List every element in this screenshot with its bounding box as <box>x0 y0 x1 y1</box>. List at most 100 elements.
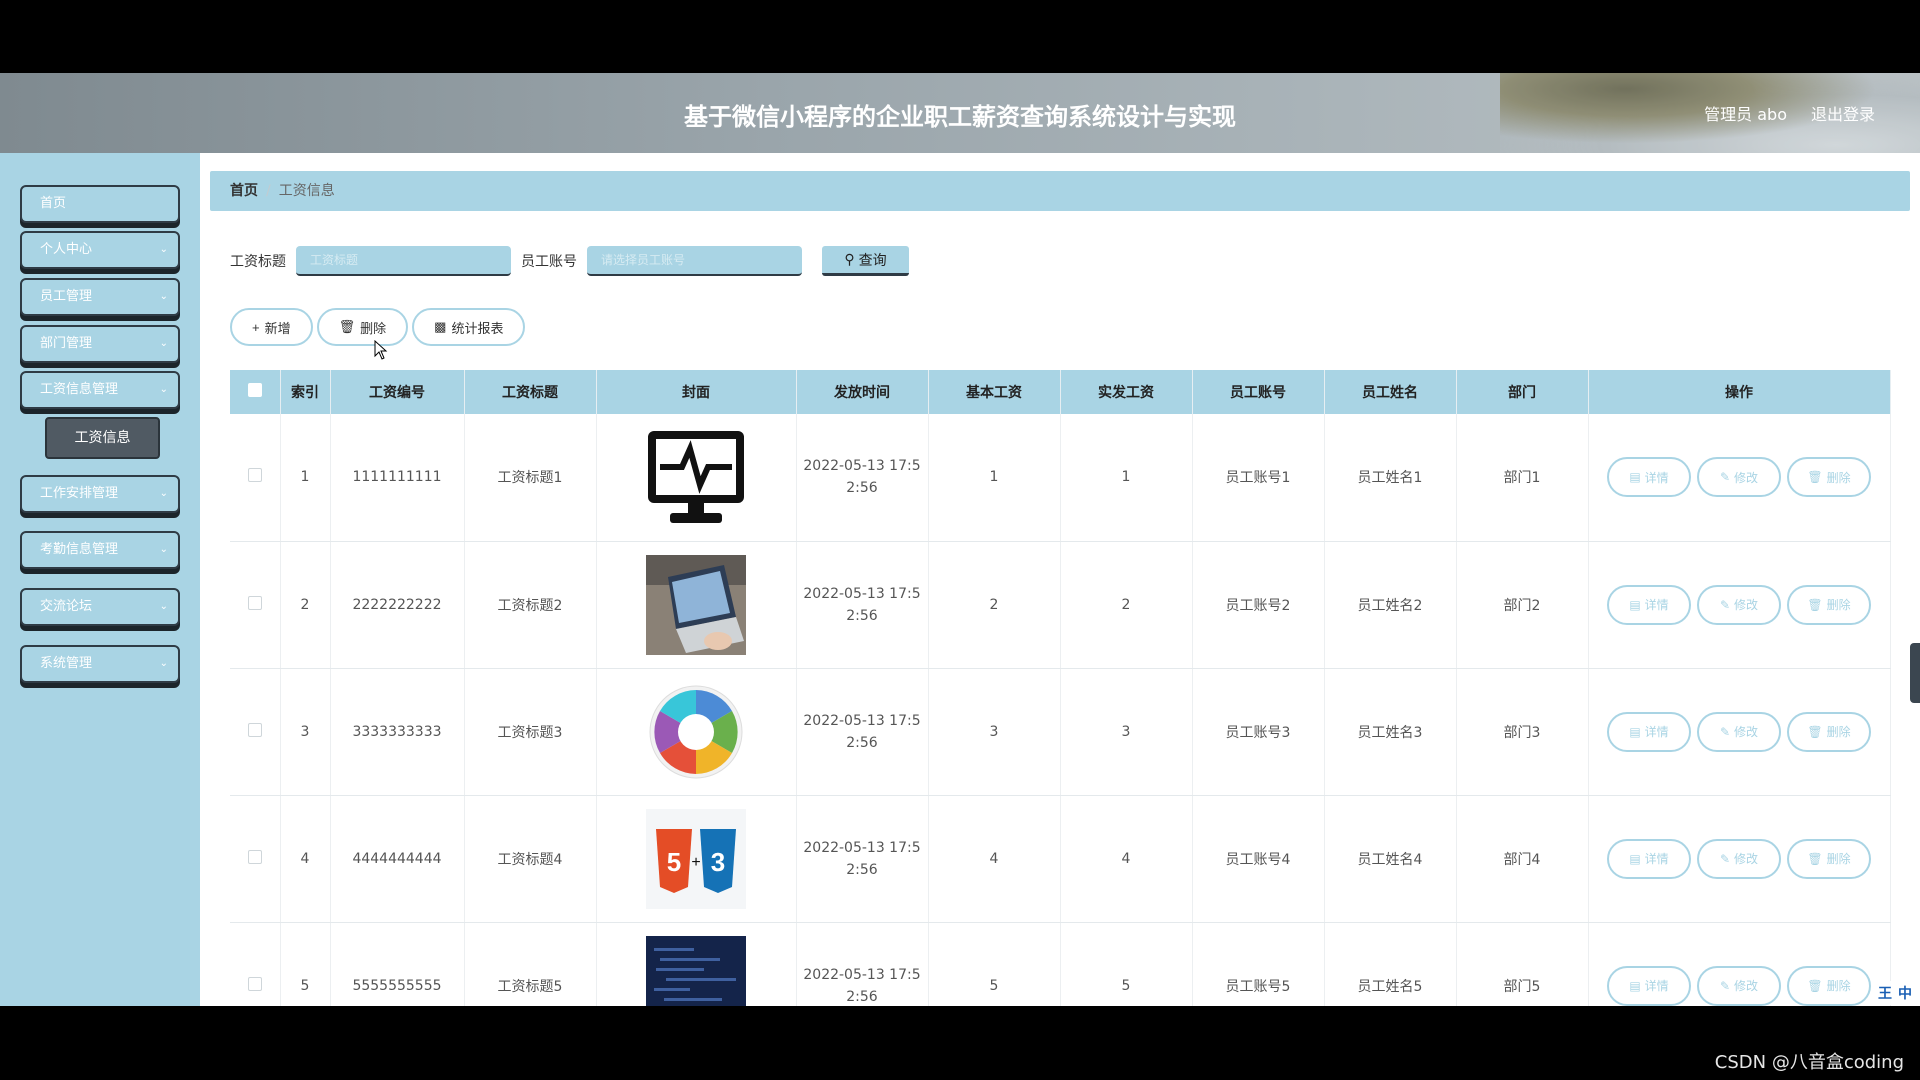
document-icon: ▤ <box>1629 470 1641 485</box>
row-checkbox[interactable] <box>247 722 262 737</box>
title-filter-input[interactable] <box>296 246 511 276</box>
sidebar-item-salary-mgmt[interactable]: 工资信息管理 ⌄ <box>20 371 180 409</box>
document-icon: ▤ <box>1629 597 1641 612</box>
account-filter-select[interactable] <box>587 246 802 276</box>
cell-base-salary: 3 <box>928 668 1061 796</box>
sidebar-item-label: 考勤信息管理 <box>40 542 119 557</box>
delete-button[interactable]: 🗑 删除 <box>1787 584 1871 625</box>
detail-button[interactable]: ▤ 详情 <box>1607 965 1691 1006</box>
sidebar-item-employee-mgmt[interactable]: 员工管理 ⌄ <box>20 278 180 316</box>
detail-label: 详情 <box>1644 852 1669 866</box>
detail-label: 详情 <box>1644 598 1669 612</box>
trash-icon: 🗑 <box>338 319 356 334</box>
search-bar: 工资标题 员工账号 ⚲查询 <box>230 246 909 276</box>
sidebar-item-personal-center[interactable]: 个人中心 ⌄ <box>20 231 180 269</box>
detail-button[interactable]: ▤ 详情 <box>1607 711 1691 752</box>
search-icon: ⚲ <box>844 251 855 267</box>
scrollbar-handle[interactable] <box>1910 643 1920 703</box>
chevron-down-icon: ⌄ <box>159 601 168 612</box>
delete-button[interactable]: 🗑 删除 <box>1787 965 1871 1006</box>
cell-salary-no: 1111111111 <box>330 414 465 542</box>
sidebar-item-label: 工资信息管理 <box>40 382 119 397</box>
cover-image <box>646 431 746 524</box>
delete-button[interactable]: 🗑 删除 <box>1787 457 1871 498</box>
cell-salary-title: 工资标题4 <box>464 795 597 923</box>
select-all-checkbox[interactable] <box>230 370 281 414</box>
cell-dept: 部门4 <box>1456 795 1589 923</box>
cell-actions: ▤ 详情 ✎ 修改 🗑 删除 <box>1588 922 1891 1006</box>
pencil-icon: ✎ <box>1719 978 1731 993</box>
cell-actions: ▤ 详情 ✎ 修改 🗑 删除 <box>1588 668 1891 796</box>
mouse-cursor-icon <box>374 340 388 360</box>
cell-dept: 部门2 <box>1456 541 1589 669</box>
report-button[interactable]: ▩ 统计报表 <box>412 308 526 346</box>
edit-label: 修改 <box>1734 598 1759 612</box>
col-salary-title: 工资标题 <box>464 370 597 414</box>
query-button[interactable]: ⚲ 查询 <box>822 246 909 276</box>
cell-base-salary: 1 <box>928 414 1061 542</box>
logout-link[interactable]: 退出登录 <box>1811 101 1875 125</box>
row-checkbox[interactable] <box>247 595 262 610</box>
row-checkbox[interactable] <box>247 849 262 864</box>
cell-dept: 部门5 <box>1456 922 1589 1006</box>
cell-name: 员工姓名5 <box>1324 922 1457 1006</box>
row-checkbox[interactable] <box>247 976 262 991</box>
cell-account: 员工账号3 <box>1192 668 1325 796</box>
delete-button[interactable]: 🗑 删除 <box>1787 711 1871 752</box>
cell-issue-time: 2022-05-13 17:5 2:56 <box>796 414 929 542</box>
cell-actual-salary: 3 <box>1060 668 1193 796</box>
cell-salary-no: 5555555555 <box>330 922 465 1006</box>
breadcrumb-home[interactable]: 首页 <box>230 183 258 199</box>
cell-cover <box>596 922 797 1006</box>
edit-button[interactable]: ✎ 修改 <box>1697 457 1781 498</box>
detail-button[interactable]: ▤ 详情 <box>1607 584 1691 625</box>
edit-button[interactable]: ✎ 修改 <box>1697 584 1781 625</box>
chevron-down-icon: ⌄ <box>159 244 168 255</box>
current-user[interactable]: 管理员 abo <box>1704 101 1787 125</box>
row-checkbox[interactable] <box>247 468 262 483</box>
sidebar-item-dept-mgmt[interactable]: 部门管理 ⌄ <box>20 325 180 363</box>
pencil-icon: ✎ <box>1719 851 1731 866</box>
sidebar-item-system[interactable]: 系统管理 ⌄ <box>20 645 180 683</box>
detail-button[interactable]: ▤ 详情 <box>1607 457 1691 498</box>
cell-cover <box>596 668 797 796</box>
edit-button[interactable]: ✎ 修改 <box>1697 965 1781 1006</box>
cell-cover: 5 +3 <box>596 795 797 923</box>
ime-toolbar[interactable]: 王 中 <box>1874 981 1916 1005</box>
edit-button[interactable]: ✎ 修改 <box>1697 838 1781 879</box>
cell-issue-time: 2022-05-13 17:5 2:56 <box>796 795 929 923</box>
table-row: 2 2222222222 工资标题2 2022-05-13 17:5 2:56 2 2 员工账… <box>230 541 1891 669</box>
breadcrumb-current: 工资信息 <box>278 183 335 199</box>
row-checkbox-cell <box>230 668 281 796</box>
edit-button[interactable]: ✎ 修改 <box>1697 711 1781 752</box>
col-actual-salary: 实发工资 <box>1060 370 1193 414</box>
cell-name: 员工姓名1 <box>1324 414 1457 542</box>
checkbox[interactable] <box>247 383 262 397</box>
sidebar-item-attendance[interactable]: 考勤信息管理 ⌄ <box>20 531 180 569</box>
batch-delete-button[interactable]: 🗑 删除 <box>316 308 409 346</box>
sidebar-item-label: 员工管理 <box>40 289 93 304</box>
batch-delete-label: 删除 <box>360 320 387 336</box>
plus-icon: + <box>252 319 260 335</box>
detail-button[interactable]: ▤ 详情 <box>1607 838 1691 879</box>
sidebar-item-home[interactable]: 首页 <box>20 185 180 223</box>
sidebar-item-label: 首页 <box>40 196 67 211</box>
sidebar-subitem-salary-info[interactable]: 工资信息 <box>45 417 160 459</box>
cell-actual-salary: 5 <box>1060 922 1193 1006</box>
sidebar-item-work-schedule[interactable]: 工作安排管理 ⌄ <box>20 475 180 513</box>
title-filter-label: 工资标题 <box>230 254 286 270</box>
document-icon: ▤ <box>1629 851 1641 866</box>
issue-time-line: 2:56 <box>846 734 878 751</box>
cell-index: 1 <box>280 414 331 542</box>
header: 基于微信小程序的企业职工薪资查询系统设计与实现 管理员 abo 退出登录 <box>0 73 1920 153</box>
add-button[interactable]: + 新增 <box>230 308 313 346</box>
cell-salary-no: 2222222222 <box>330 541 465 669</box>
sidebar-item-forum[interactable]: 交流论坛 ⌄ <box>20 588 180 626</box>
main-content: 首页/工资信息 工资标题 员工账号 ⚲查询 +新增 🗑删除 ▩统计报表 索引 <box>200 153 1920 1006</box>
edit-label: 修改 <box>1734 725 1759 739</box>
cover-image: 5 +3 <box>646 808 746 909</box>
table-header-row: 索引 工资编号 工资标题 封面 发放时间 基本工资 实发工资 员工账号 员工姓名… <box>230 370 1891 414</box>
delete-button[interactable]: 🗑 删除 <box>1787 838 1871 879</box>
row-checkbox-cell <box>230 922 281 1006</box>
pencil-icon: ✎ <box>1719 470 1731 485</box>
